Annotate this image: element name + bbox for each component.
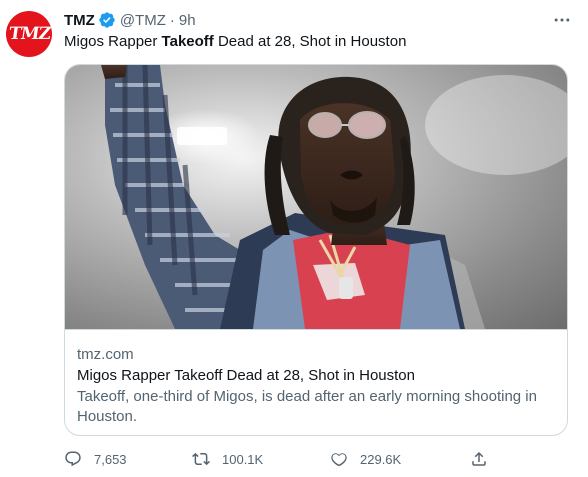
- author-name[interactable]: TMZ: [64, 12, 95, 29]
- avatar-logo: TMZ: [7, 24, 51, 44]
- author-handle[interactable]: @TMZ: [120, 12, 166, 29]
- tweet-text-start: Migos Rapper: [64, 33, 162, 50]
- timestamp[interactable]: 9h: [179, 12, 196, 29]
- verified-badge-icon: [99, 12, 115, 28]
- more-options-icon[interactable]: [552, 10, 572, 30]
- retweet-button[interactable]: 100.1K: [192, 450, 263, 468]
- reply-count: 7,653: [94, 451, 127, 467]
- card-domain: tmz.com: [77, 346, 134, 363]
- card-body[interactable]: tmz.com Migos Rapper Takeoff Dead at 28,…: [65, 329, 567, 435]
- card-title: Migos Rapper Takeoff Dead at 28, Shot in…: [77, 367, 415, 384]
- card-image[interactable]: [65, 65, 568, 329]
- tweet-text-end: Dead at 28, Shot in Houston: [213, 33, 407, 50]
- reply-icon: [65, 451, 81, 467]
- tweet-text-bold: Takeoff: [161, 33, 214, 50]
- tweet-header: TMZ @TMZ · 9h: [64, 10, 196, 30]
- link-card[interactable]: tmz.com Migos Rapper Takeoff Dead at 28,…: [64, 64, 568, 436]
- tweet-actions: 7,653 100.1K 229.6K: [64, 450, 568, 470]
- avatar[interactable]: TMZ: [6, 11, 52, 57]
- tweet[interactable]: TMZ TMZ @TMZ · 9h Migos Rapper Takeoff D…: [0, 0, 588, 477]
- tweet-text: Migos Rapper Takeoff Dead at 28, Shot in…: [64, 32, 406, 52]
- like-button[interactable]: 229.6K: [330, 450, 401, 468]
- share-button[interactable]: [470, 450, 500, 468]
- reply-button[interactable]: 7,653: [64, 450, 127, 468]
- share-icon: [472, 451, 486, 466]
- heart-icon: [331, 453, 347, 467]
- retweet-icon: [192, 452, 210, 466]
- like-count: 229.6K: [360, 451, 402, 467]
- card-description: Takeoff, one-third of Migos, is dead aft…: [77, 388, 537, 425]
- separator-dot: ·: [169, 11, 175, 29]
- retweet-count: 100.1K: [222, 451, 264, 467]
